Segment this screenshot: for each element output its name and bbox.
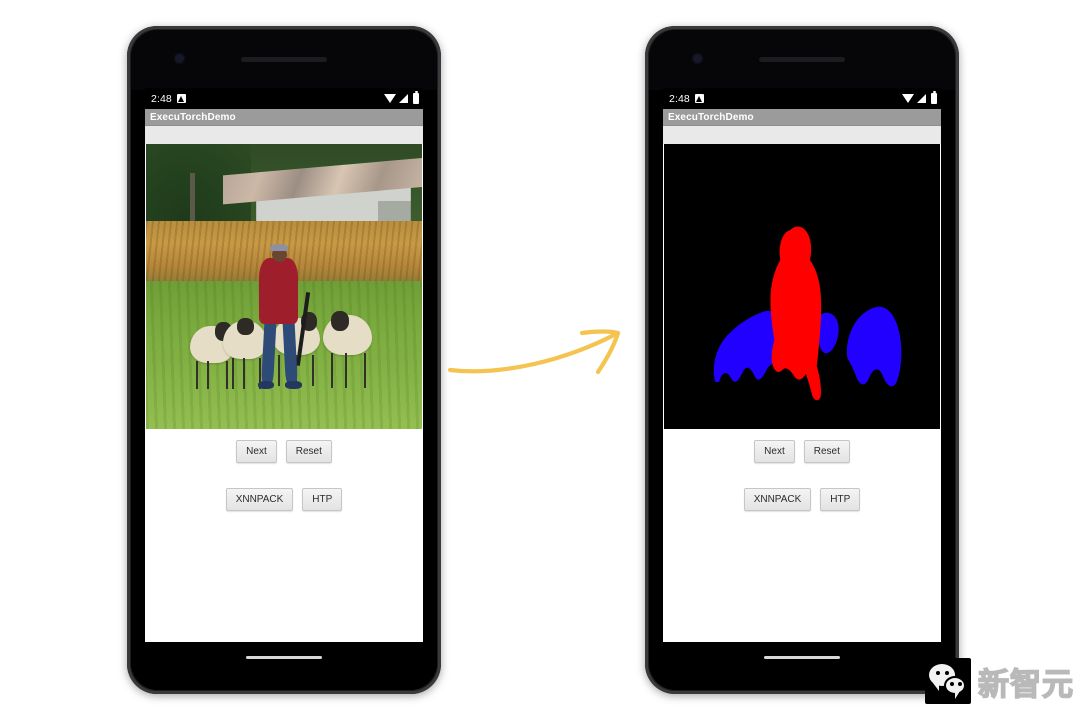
app-title: ExecuTorchDemo (150, 111, 236, 123)
notification-icon (694, 94, 704, 103)
wechat-eye (958, 682, 962, 686)
front-camera-icon (175, 54, 184, 63)
status-bar-clock: 2:48 (669, 92, 690, 105)
watermark: 新智元 (925, 658, 1074, 704)
status-bar-icons (384, 91, 419, 104)
button-row-backend-left: XNNPACK HTP (145, 488, 423, 511)
cellular-signal-icon (917, 94, 926, 103)
segmentation-mask (664, 144, 940, 429)
home-indicator[interactable] (764, 655, 840, 659)
photo-sheep-head (237, 317, 254, 335)
wechat-eye (936, 671, 940, 675)
wifi-icon (384, 94, 396, 103)
photo-person-body (259, 258, 298, 324)
photo-sheep-leg (311, 354, 314, 387)
phone-inner-right: 2:48 ExecuTorchDemo Next Reset XNNPACK H… (649, 30, 955, 690)
status-bar-left: 2:48 (145, 88, 423, 109)
button-row-navigation-right: Next Reset (663, 440, 941, 463)
photo-sheep-leg (344, 353, 347, 388)
photo-sheep-head (330, 310, 349, 331)
photo-sheep-leg (330, 353, 333, 388)
next-button[interactable]: Next (236, 440, 277, 463)
cellular-signal-icon (399, 94, 408, 103)
photo-sheep-leg (278, 354, 281, 387)
phone-inner-left: 2:48 ExecuTorchDemo Next Reset XNNPACK H… (131, 30, 437, 690)
phone-screen-left: 2:48 ExecuTorchDemo Next Reset XNNPACK H… (145, 88, 423, 642)
photo-person-shoe-right (285, 380, 302, 390)
photo-sheep-leg (242, 357, 245, 390)
watermark-text: 新智元 (977, 666, 1074, 702)
button-row-backend-right: XNNPACK HTP (663, 488, 941, 511)
xnnpack-button[interactable]: XNNPACK (225, 488, 294, 511)
home-indicator[interactable] (246, 655, 322, 659)
wechat-logo-icon (925, 658, 971, 704)
image-preview-left[interactable] (146, 144, 422, 429)
xnnpack-button[interactable]: XNNPACK (743, 488, 812, 511)
app-bar-underlay-left (145, 126, 423, 144)
controls-panel-right: Next Reset XNNPACK HTP (663, 429, 941, 511)
htp-button[interactable]: HTP (820, 488, 861, 511)
wifi-icon (902, 94, 914, 103)
wechat-eye (950, 682, 954, 686)
status-bar-icons (902, 91, 937, 104)
phone-top-bezel-right (649, 30, 955, 90)
reset-button[interactable]: Reset (803, 440, 850, 463)
battery-icon (413, 91, 419, 104)
app-title: ExecuTorchDemo (668, 111, 754, 123)
navigation-bar-right (649, 642, 955, 690)
wechat-eye (945, 671, 949, 675)
status-bar-clock: 2:48 (151, 92, 172, 105)
phone-top-bezel-left (131, 30, 437, 90)
photo-sheep-leg (231, 357, 234, 390)
photo-sheep-leg (364, 353, 367, 388)
photo-person-cap (270, 243, 289, 252)
photo-person-shoe-left (257, 380, 275, 390)
curved-arrow-icon (447, 324, 638, 392)
earpiece-speaker-icon (241, 57, 327, 62)
notification-icon (176, 94, 186, 103)
screenshot-canvas: 2:48 ExecuTorchDemo Next Reset XNNPACK H… (0, 0, 1080, 720)
status-bar-right: 2:48 (663, 88, 941, 109)
source-photo (146, 144, 422, 429)
wechat-bubble-front (944, 676, 966, 699)
phone-device-right: 2:48 ExecuTorchDemo Next Reset XNNPACK H… (645, 26, 959, 694)
button-row-navigation-left: Next Reset (145, 440, 423, 463)
front-camera-icon (693, 54, 702, 63)
next-button[interactable]: Next (754, 440, 795, 463)
app-bar-underlay-right (663, 126, 941, 144)
earpiece-speaker-icon (759, 57, 845, 62)
htp-button[interactable]: HTP (302, 488, 343, 511)
app-bar-right: ExecuTorchDemo (663, 109, 941, 126)
image-preview-right[interactable] (664, 144, 940, 429)
reset-button[interactable]: Reset (285, 440, 332, 463)
controls-panel-left: Next Reset XNNPACK HTP (145, 429, 423, 511)
app-bar-left: ExecuTorchDemo (145, 109, 423, 126)
photo-sheep-leg (195, 360, 198, 390)
photo-sheep-leg (206, 360, 209, 390)
battery-icon (931, 91, 937, 104)
navigation-bar-left (131, 642, 437, 690)
phone-device-left: 2:48 ExecuTorchDemo Next Reset XNNPACK H… (127, 26, 441, 694)
phone-screen-right: 2:48 ExecuTorchDemo Next Reset XNNPACK H… (663, 88, 941, 642)
photo-sheep-leg (226, 360, 229, 390)
